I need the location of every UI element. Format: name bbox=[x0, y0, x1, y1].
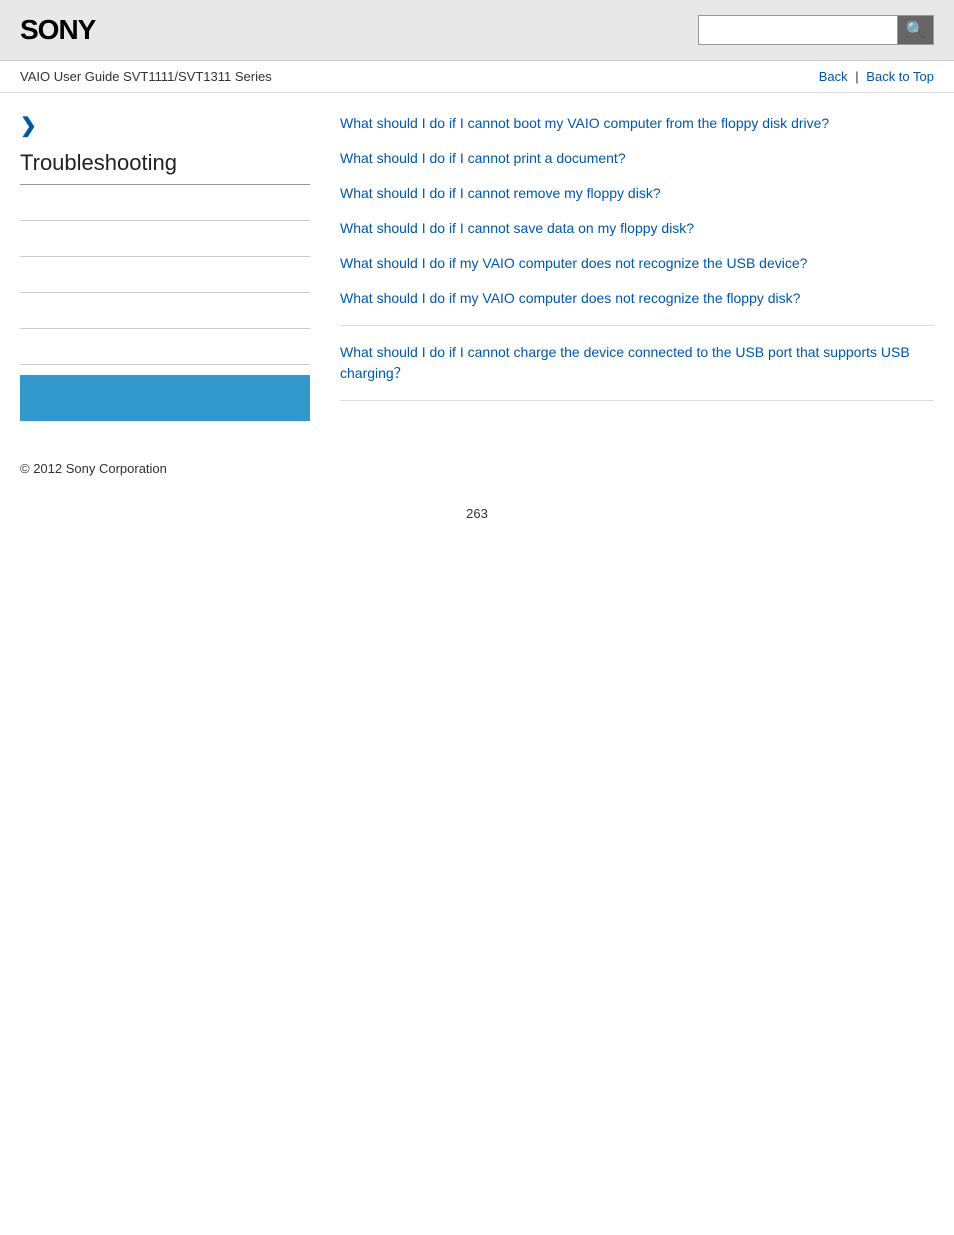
search-area: 🔍 bbox=[698, 15, 934, 45]
link-floppy-boot[interactable]: What should I do if I cannot boot my VAI… bbox=[340, 113, 934, 134]
page-number: 263 bbox=[0, 486, 954, 551]
sidebar-highlighted-item[interactable] bbox=[20, 375, 310, 421]
sidebar-item-5 bbox=[20, 329, 310, 365]
link-group-2: What should I do if I cannot charge the … bbox=[340, 342, 934, 401]
link-recognize-floppy[interactable]: What should I do if my VAIO computer doe… bbox=[340, 288, 934, 309]
sidebar-item-1 bbox=[20, 185, 310, 221]
nav-separator: | bbox=[855, 69, 858, 84]
nav-bar: VAIO User Guide SVT1111/SVT1311 Series B… bbox=[0, 61, 954, 93]
search-input[interactable] bbox=[698, 15, 898, 45]
link-print-document[interactable]: What should I do if I cannot print a doc… bbox=[340, 148, 934, 169]
link-usb-charge[interactable]: What should I do if I cannot charge the … bbox=[340, 342, 934, 384]
footer: © 2012 Sony Corporation bbox=[0, 441, 954, 486]
chevron-icon: ❯ bbox=[20, 113, 310, 138]
link-group-1: What should I do if I cannot boot my VAI… bbox=[340, 113, 934, 326]
sidebar: ❯ Troubleshooting bbox=[20, 113, 330, 421]
sidebar-item-4 bbox=[20, 293, 310, 329]
search-icon: 🔍 bbox=[906, 20, 926, 40]
back-to-top-link[interactable]: Back to Top bbox=[866, 69, 934, 84]
sidebar-item-3 bbox=[20, 257, 310, 293]
guide-title: VAIO User Guide SVT1111/SVT1311 Series bbox=[20, 69, 272, 84]
sidebar-item-2 bbox=[20, 221, 310, 257]
nav-links: Back | Back to Top bbox=[819, 69, 934, 84]
sony-logo: SONY bbox=[20, 14, 95, 46]
section-title: Troubleshooting bbox=[20, 150, 310, 185]
search-button[interactable]: 🔍 bbox=[898, 15, 934, 45]
back-link[interactable]: Back bbox=[819, 69, 848, 84]
link-save-floppy[interactable]: What should I do if I cannot save data o… bbox=[340, 218, 934, 239]
content-area: What should I do if I cannot boot my VAI… bbox=[330, 113, 934, 421]
main-content: ❯ Troubleshooting What should I do if I … bbox=[0, 93, 954, 441]
link-usb-device[interactable]: What should I do if my VAIO computer doe… bbox=[340, 253, 934, 274]
header: SONY 🔍 bbox=[0, 0, 954, 61]
link-remove-floppy[interactable]: What should I do if I cannot remove my f… bbox=[340, 183, 934, 204]
copyright-text: © 2012 Sony Corporation bbox=[20, 461, 167, 476]
